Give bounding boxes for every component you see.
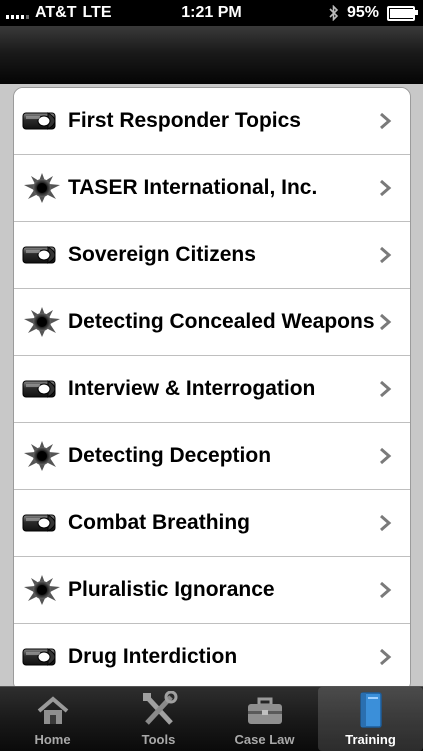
book-icon [351, 691, 391, 729]
chevron-right-icon [378, 514, 392, 532]
content-area[interactable]: First Responder Topics TASER Internationa… [0, 84, 423, 686]
list-item-label: Detecting Deception [68, 444, 272, 467]
tab-bar: Home Tools Case Law Training [0, 686, 423, 751]
bullet-hole-icon [22, 307, 62, 337]
chevron-right-icon [378, 447, 392, 465]
chevron-right-icon [378, 380, 392, 398]
list-item-label: Interview & Interrogation [68, 377, 316, 400]
tab-case-law[interactable]: Case Law [212, 687, 317, 751]
bullet-icon [22, 240, 62, 270]
bullet-icon [22, 508, 62, 538]
list-item[interactable]: Pluralistic Ignorance [14, 557, 410, 624]
list-item-label: Detecting Concealed Weapons [68, 310, 375, 333]
battery-fill [390, 8, 413, 18]
list-item-label: TASER International, Inc. [68, 176, 318, 199]
list-item[interactable]: Combat Breathing [14, 490, 410, 557]
bullet-icon [22, 374, 62, 404]
tab-training[interactable]: Training [318, 687, 423, 751]
tools-icon [139, 690, 179, 729]
list-item-label: First Responder Topics [68, 109, 301, 132]
status-bar: AT&T LTE 1:21 PM 95% [0, 0, 423, 26]
tab-label: Training [345, 732, 396, 747]
list-item[interactable]: First Responder Topics [14, 88, 410, 155]
chevron-right-icon [378, 246, 392, 264]
list-item[interactable]: Interview & Interrogation [14, 356, 410, 423]
home-icon [33, 691, 73, 729]
status-right: 95% [329, 4, 418, 22]
navigation-bar [0, 26, 423, 85]
tab-tools[interactable]: Tools [106, 687, 211, 751]
tab-label: Home [34, 732, 71, 747]
tab-label: Tools [141, 732, 176, 747]
bullet-hole-icon [22, 173, 62, 203]
tab-home[interactable]: Home [0, 687, 105, 751]
briefcase-icon [245, 691, 285, 729]
list-item-label: Sovereign Citizens [68, 243, 256, 266]
bullet-hole-icon [22, 441, 62, 471]
training-list: First Responder Topics TASER Internationa… [13, 87, 411, 686]
list-item-label: Combat Breathing [68, 511, 251, 534]
bullet-hole-icon [22, 575, 62, 605]
list-item[interactable]: TASER International, Inc. [14, 155, 410, 222]
list-item[interactable]: Detecting Concealed Weapons [14, 289, 410, 356]
bluetooth-icon [329, 5, 339, 21]
chevron-right-icon [378, 179, 392, 197]
list-item[interactable]: Sovereign Citizens [14, 222, 410, 289]
list-item[interactable]: Detecting Deception [14, 423, 410, 490]
chevron-right-icon [378, 581, 392, 599]
chevron-right-icon [378, 112, 392, 130]
list-item-label: Drug Interdiction [68, 645, 238, 668]
tab-label: Case Law [234, 732, 295, 747]
list-item-label: Pluralistic Ignorance [68, 578, 275, 601]
chevron-right-icon [378, 313, 392, 331]
list-item[interactable]: Drug Interdiction [14, 624, 410, 686]
battery-percent: 95% [346, 4, 379, 21]
chevron-right-icon [378, 648, 392, 666]
bullet-icon [22, 106, 62, 136]
battery-icon [387, 5, 418, 21]
bullet-icon [22, 642, 62, 672]
